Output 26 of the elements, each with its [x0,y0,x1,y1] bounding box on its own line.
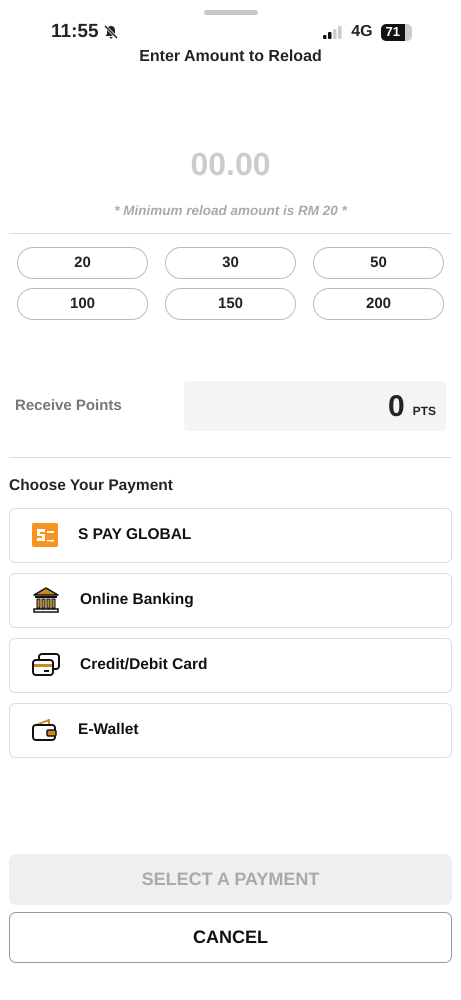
payment-option[interactable]: S PAY GLOBAL [9,508,452,562]
points-value: 0 [388,388,405,425]
credit-card-icon [32,653,60,677]
signal-icon [323,26,344,38]
network-label: 4G [351,22,373,42]
amount-option[interactable]: 50 [313,247,444,280]
logo-icon [32,523,58,547]
grabber-handle[interactable] [204,10,258,15]
minimum-note: * Minimum reload amount is RM 20 * [113,202,348,220]
cancel-button[interactable]: CANCEL [9,912,452,963]
amount-option[interactable]: 150 [165,288,296,320]
amount-option[interactable]: 20 [17,247,148,280]
battery-indicator: 71 [380,24,412,40]
page-title: Enter Amount to Reload [138,47,323,67]
wallet-icon [32,719,58,741]
bank-icon [32,587,60,613]
points-label: Receive Points [15,396,123,416]
amount-option[interactable]: 100 [17,288,148,320]
payment-option[interactable]: Online Banking [9,572,452,628]
status-time: 11:55 [51,20,99,44]
points-unit: PTS [412,402,436,420]
amount-option[interactable]: 200 [313,288,444,320]
section-heading: Choose Your Payment [9,476,174,496]
payment-option[interactable]: Credit/Debit Card [9,638,452,692]
payment-option[interactable]: E-Wallet [9,702,452,758]
amount-option[interactable]: 30 [165,247,296,280]
